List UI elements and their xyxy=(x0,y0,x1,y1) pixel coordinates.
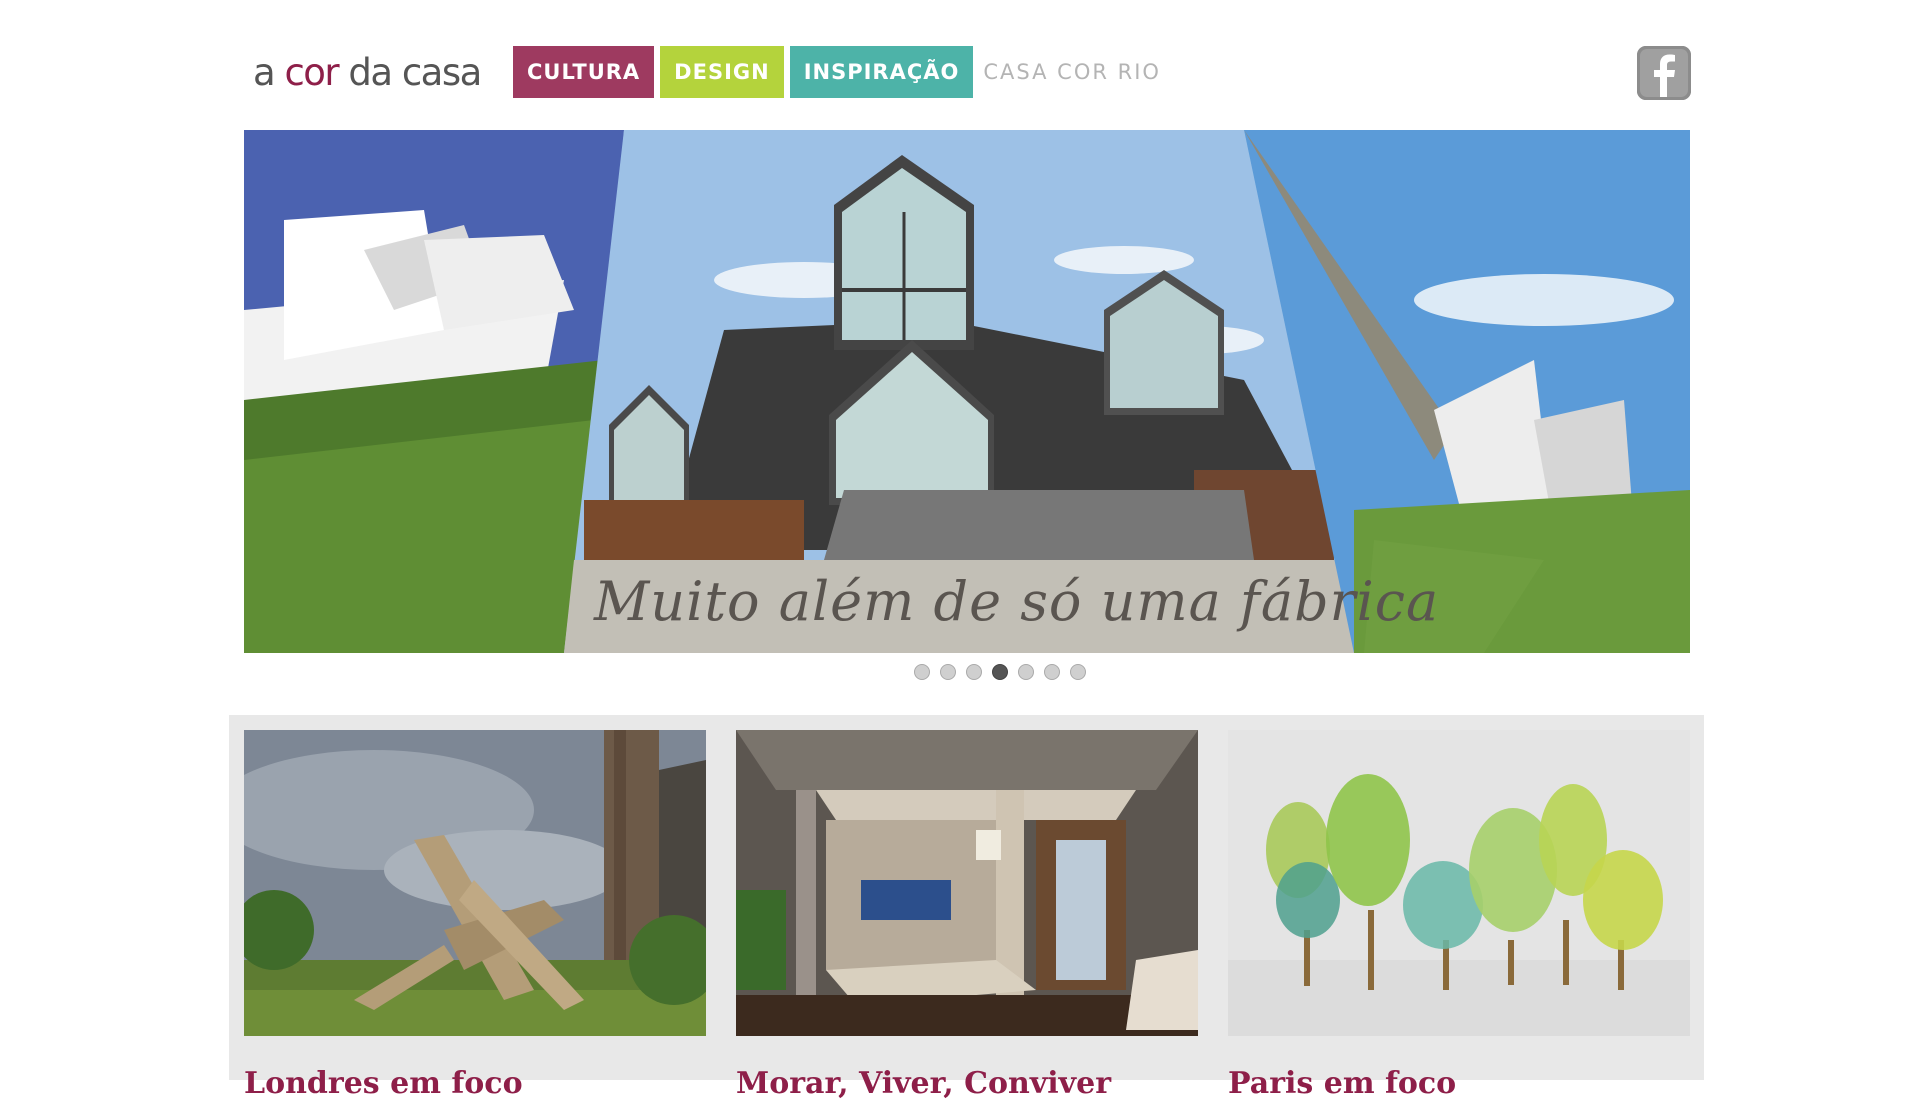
main-nav: CULTURA DESIGN INSPIRAÇÃO CASA COR RIO xyxy=(513,46,1165,98)
logo-accent: cor xyxy=(284,51,339,94)
slider-pagination xyxy=(914,664,1086,680)
article-title[interactable]: Londres em foco xyxy=(244,1066,523,1101)
logo-suffix: da casa xyxy=(338,51,482,94)
nav-item-inspiracao[interactable]: INSPIRAÇÃO xyxy=(789,46,974,98)
article-title[interactable]: Paris em foco xyxy=(1228,1066,1456,1101)
featured-articles: Londres em foco Morar, Viver, Conviver P… xyxy=(229,715,1704,1101)
slider-dot[interactable] xyxy=(1044,664,1060,680)
nav-item-design[interactable]: DESIGN xyxy=(660,46,784,98)
nav-item-cultura[interactable]: CULTURA xyxy=(513,46,655,98)
article-card-paris[interactable]: Paris em foco xyxy=(1228,730,1690,1101)
slider-dot[interactable] xyxy=(966,664,982,680)
hero-caption[interactable]: Muito além de só uma fábrica xyxy=(594,570,1439,633)
article-image-londres[interactable] xyxy=(244,730,706,1036)
article-card-morar[interactable]: Morar, Viver, Conviver xyxy=(736,730,1198,1101)
slider-dot[interactable] xyxy=(940,664,956,680)
site-logo[interactable]: a cor da casa xyxy=(253,50,482,96)
nav-item-casa-cor-rio[interactable]: CASA COR RIO xyxy=(979,46,1165,98)
article-title[interactable]: Morar, Viver, Conviver xyxy=(736,1066,1111,1101)
article-card-londres[interactable]: Londres em foco xyxy=(244,730,706,1101)
logo-prefix: a xyxy=(253,51,285,94)
article-image-morar[interactable] xyxy=(736,730,1198,1036)
slider-dot[interactable] xyxy=(1018,664,1034,680)
article-image-paris[interactable] xyxy=(1228,730,1690,1036)
site-header: a cor da casa CULTURA DESIGN INSPIRAÇÃO … xyxy=(253,44,1691,102)
slider-dot[interactable] xyxy=(914,664,930,680)
slider-dot-active[interactable] xyxy=(992,664,1008,680)
slider-dot[interactable] xyxy=(1070,664,1086,680)
facebook-icon[interactable] xyxy=(1637,46,1691,100)
hero-slider[interactable]: Muito além de só uma fábrica xyxy=(244,130,1690,653)
